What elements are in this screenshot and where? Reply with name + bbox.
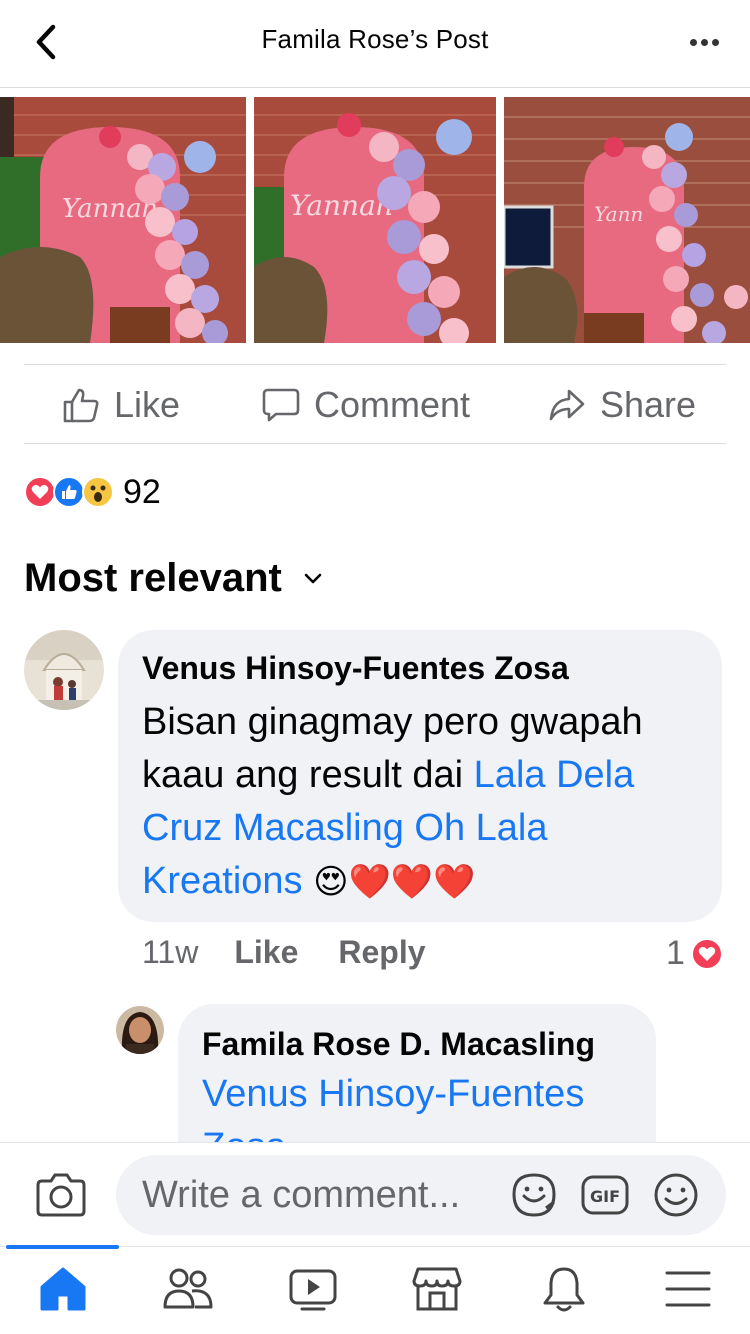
bottom-navigation — [0, 1245, 750, 1334]
avatar[interactable] — [24, 630, 104, 710]
comment-meta: 11w Like Reply — [142, 934, 466, 971]
camera-icon — [36, 1173, 86, 1217]
active-tab-indicator — [6, 1245, 119, 1249]
comment-timestamp: 11w — [142, 934, 199, 970]
friends-icon — [163, 1268, 213, 1309]
share-arrow-icon — [549, 389, 585, 421]
comment-bubble[interactable]: Venus Hinsoy-Fuentes Zosa Bisan ginagmay… — [118, 630, 722, 922]
balloon-backdrop-image: Yann — [504, 97, 750, 343]
post-photos: Yannah Yannah Yann — [0, 97, 750, 343]
profile-photo — [24, 630, 104, 710]
chevron-down-icon — [304, 573, 322, 583]
comment-composer: Write a comment... GIF — [0, 1142, 750, 1246]
profile-photo — [116, 1006, 164, 1054]
post-photo[interactable]: Yannah — [254, 97, 496, 343]
comment-author[interactable]: Venus Hinsoy-Fuentes Zosa — [142, 650, 569, 687]
comment-reply-button[interactable]: Reply — [338, 934, 425, 971]
sticker-icon[interactable] — [510, 1172, 558, 1218]
comment-button[interactable]: Comment — [262, 365, 470, 445]
like-icon — [53, 476, 85, 508]
nav-friends[interactable] — [162, 1265, 214, 1318]
nav-watch[interactable] — [288, 1265, 338, 1318]
like-button[interactable]: Like — [62, 365, 180, 445]
menu-icon — [665, 1271, 711, 1307]
avatar[interactable] — [116, 1006, 164, 1054]
home-icon — [40, 1267, 86, 1311]
comment-reaction-count: 1 — [666, 934, 685, 972]
nav-home[interactable] — [38, 1265, 88, 1318]
gif-icon[interactable]: GIF — [580, 1172, 630, 1218]
notifications-icon — [543, 1267, 585, 1312]
comment-like-button[interactable]: Like — [234, 934, 298, 971]
reply-author[interactable]: Famila Rose D. Macasling — [202, 1026, 595, 1063]
sort-label: Most relevant — [24, 556, 282, 600]
like-label: Like — [114, 384, 181, 425]
svg-text:Yann: Yann — [594, 202, 643, 226]
nav-notifications[interactable] — [540, 1265, 588, 1318]
love-icon — [690, 937, 723, 970]
watch-icon — [289, 1269, 337, 1311]
reactions-summary[interactable]: 92 — [24, 470, 161, 514]
page-title: Famila Rose’s Post — [261, 24, 489, 54]
thumbs-up-icon — [63, 388, 99, 423]
camera-button[interactable] — [36, 1171, 86, 1222]
emoji-icon[interactable] — [652, 1172, 700, 1218]
more-dots-icon — [700, 38, 708, 46]
nav-menu[interactable] — [664, 1265, 712, 1318]
post-photo[interactable]: Yannah — [0, 97, 246, 343]
more-options-button[interactable] — [682, 22, 726, 62]
comment-input-placeholder: Write a comment... — [142, 1174, 461, 1216]
post-photo[interactable]: Yann — [504, 97, 750, 343]
comment-bubble-icon — [262, 388, 300, 422]
wow-icon — [82, 476, 114, 508]
balloon-backdrop-image: Yannah — [254, 97, 496, 343]
comment-body: Bisan ginagmay pero gwapah kaau ang resu… — [142, 696, 712, 909]
post-header: Famila Rose’s Post — [0, 0, 750, 88]
more-dots-icon — [711, 38, 719, 46]
marketplace-icon — [412, 1267, 462, 1311]
comment-input[interactable]: Write a comment... GIF — [116, 1155, 726, 1235]
share-label: Share — [600, 384, 697, 425]
nav-marketplace[interactable] — [412, 1265, 462, 1318]
more-dots-icon — [689, 38, 697, 46]
balloon-backdrop-image: Yannah — [0, 97, 246, 343]
reaction-count: 92 — [123, 472, 161, 511]
comment-sort-dropdown[interactable]: Most relevant — [24, 556, 322, 601]
svg-text:GIF: GIF — [590, 1187, 620, 1206]
comment-emoji: 😍❤️❤️❤️ — [313, 863, 476, 901]
share-button[interactable]: Share — [548, 365, 696, 445]
love-icon — [24, 476, 56, 508]
post-action-bar: Like Comment Share — [24, 364, 726, 444]
comment-reaction-badge[interactable]: 1 — [666, 934, 723, 973]
comment-label: Comment — [314, 384, 471, 425]
